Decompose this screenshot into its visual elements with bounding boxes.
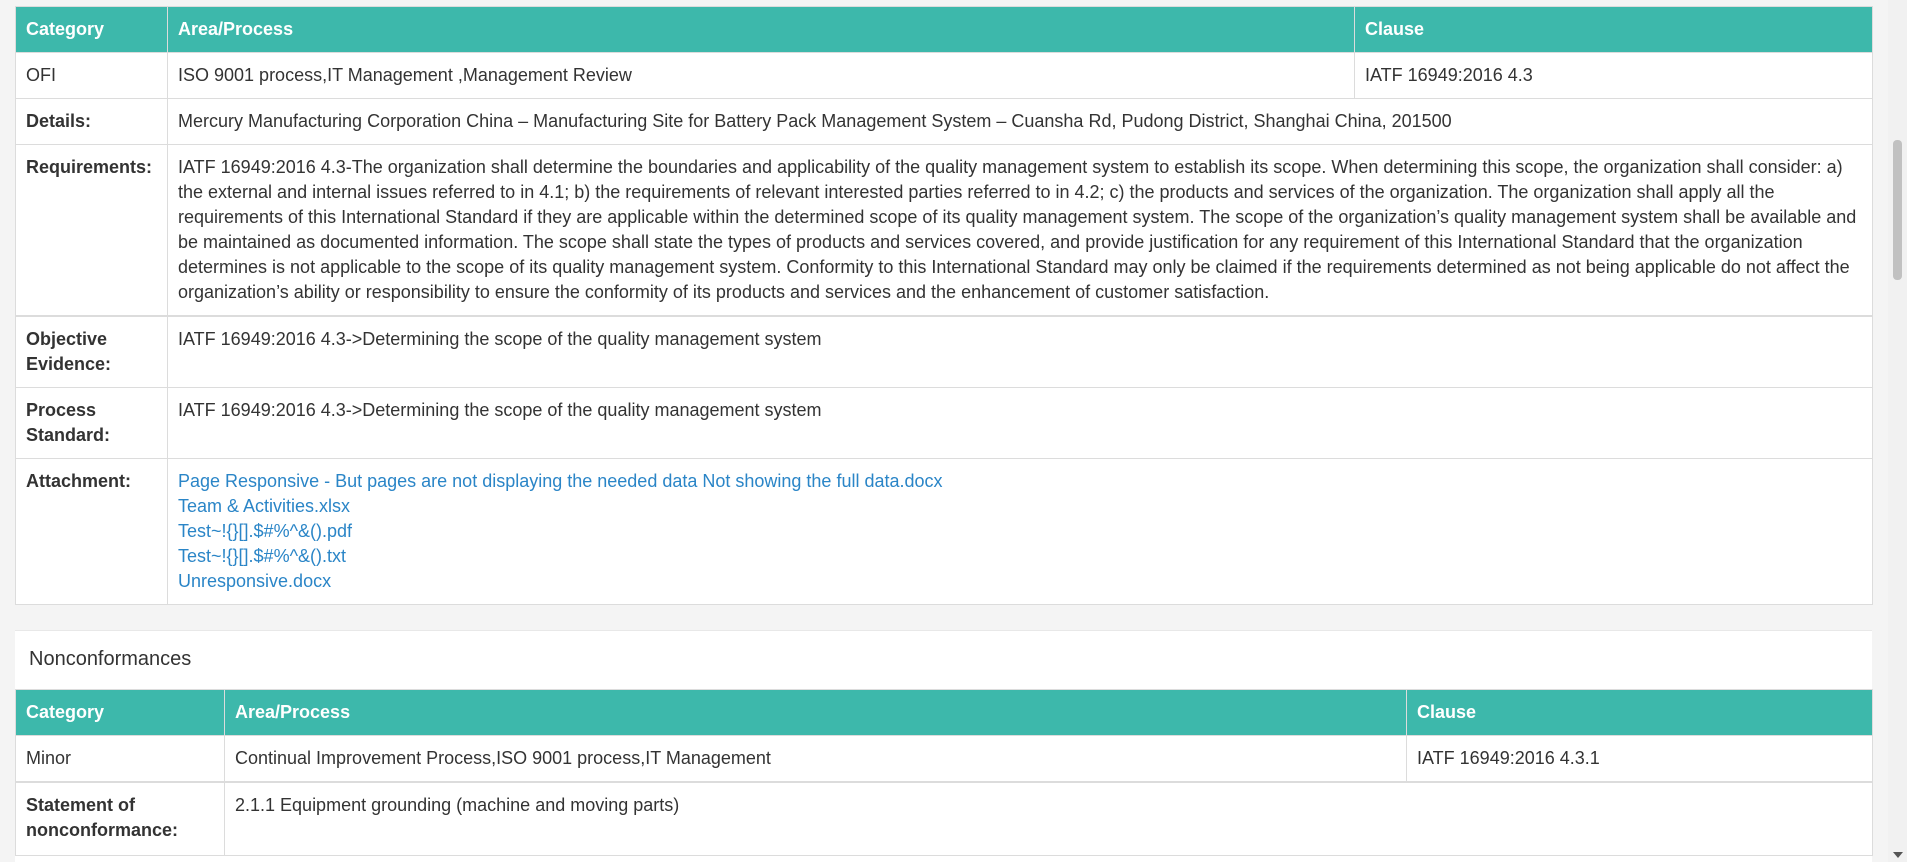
nc-statement-label: Statement of nonconformance:	[15, 781, 225, 856]
nonconformances-panel: Nonconformances Category Area/Process Cl…	[15, 630, 1873, 862]
ofi-clause: IATF 16949:2016 4.3	[1354, 52, 1873, 99]
scrollbar-thumb[interactable]	[1893, 140, 1902, 280]
ofi-category: OFI	[15, 52, 168, 99]
attachment-row: Attachment: Page Responsive - But pages …	[15, 458, 1873, 605]
nc-area-process: Continual Improvement Process,ISO 9001 p…	[224, 735, 1407, 783]
clause-header: Clause	[1354, 6, 1873, 53]
ofi-table: Category Area/Process Clause OFI ISO 900…	[15, 6, 1873, 605]
objective-evidence-row: Objective Evidence: IATF 16949:2016 4.3-…	[15, 315, 1873, 388]
attachment-link[interactable]: Test~!{}[].$#%^&().txt	[178, 544, 1862, 569]
objective-evidence-label: Objective Evidence:	[15, 315, 168, 388]
nonconformances-table: Category Area/Process Clause Minor Conti…	[15, 689, 1873, 856]
nc-statement-row: Statement of nonconformance: 2.1.1 Equip…	[15, 781, 1873, 856]
attachment-label: Attachment:	[15, 458, 168, 605]
nc-category: Minor	[15, 735, 225, 783]
details-value: Mercury Manufacturing Corporation China …	[167, 98, 1873, 145]
process-standard-label: Process Standard:	[15, 387, 168, 459]
area-process-header: Area/Process	[167, 6, 1355, 53]
category-header: Category	[15, 6, 168, 53]
nc-area-process-header: Area/Process	[224, 689, 1407, 736]
requirements-value: IATF 16949:2016 4.3-The organization sha…	[167, 144, 1873, 317]
nc-clause-header: Clause	[1406, 689, 1873, 736]
ofi-summary-row: OFI ISO 9001 process,IT Management ,Mana…	[15, 52, 1873, 99]
details-row: Details: Mercury Manufacturing Corporati…	[15, 98, 1873, 145]
attachment-link[interactable]: Team & Activities.xlsx	[178, 494, 1862, 519]
attachment-list: Page Responsive - But pages are not disp…	[167, 458, 1873, 605]
nonconformances-title: Nonconformances	[29, 648, 192, 670]
page-scrollbar[interactable]	[1888, 0, 1907, 862]
objective-evidence-value: IATF 16949:2016 4.3->Determining the sco…	[167, 315, 1873, 388]
nc-category-header: Category	[15, 689, 225, 736]
requirements-row: Requirements: IATF 16949:2016 4.3-The or…	[15, 144, 1873, 317]
nc-clause: IATF 16949:2016 4.3.1	[1406, 735, 1873, 783]
nc-summary-row: Minor Continual Improvement Process,ISO …	[15, 735, 1873, 783]
process-standard-value: IATF 16949:2016 4.3->Determining the sco…	[167, 387, 1873, 459]
nc-statement-value: 2.1.1 Equipment grounding (machine and m…	[224, 781, 1873, 856]
requirements-label: Requirements:	[15, 144, 168, 317]
ofi-area-process: ISO 9001 process,IT Management ,Manageme…	[167, 52, 1355, 99]
scroll-down-arrow-icon[interactable]	[1893, 852, 1903, 858]
attachment-link[interactable]: Page Responsive - But pages are not disp…	[178, 469, 1862, 494]
ofi-header-row: Category Area/Process Clause	[15, 6, 1873, 53]
nc-header-row: Category Area/Process Clause	[15, 689, 1873, 736]
attachment-link[interactable]: Unresponsive.docx	[178, 569, 1862, 594]
details-label: Details:	[15, 98, 168, 145]
attachment-link[interactable]: Test~!{}[].$#%^&().pdf	[178, 519, 1862, 544]
process-standard-row: Process Standard: IATF 16949:2016 4.3->D…	[15, 387, 1873, 459]
audit-report-page: Category Area/Process Clause OFI ISO 900…	[0, 0, 1888, 862]
